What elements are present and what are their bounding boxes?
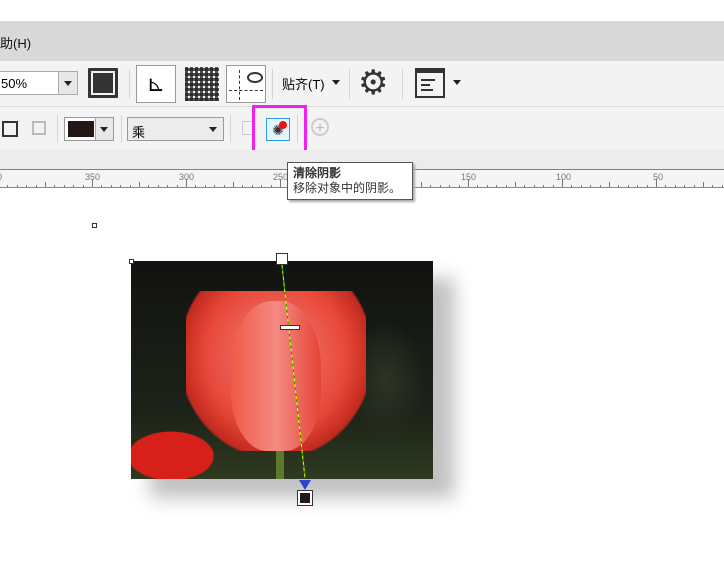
selection-corner-handle[interactable] [129,259,134,264]
ruler-tick [223,185,225,187]
ruler-tick [270,185,272,187]
ruler-tick [7,185,9,187]
menu-bar: 助(H) [0,21,724,61]
ruler-tick [439,185,441,187]
ruler-tick [176,185,178,187]
node-handle[interactable] [92,223,97,228]
ruler-tick [251,185,253,187]
ruler-tick [148,185,150,187]
settings-icon[interactable]: ⚙ [358,64,388,102]
ruler-tick [16,185,18,187]
ruler-tick [712,185,714,187]
ruler-tick [458,185,460,187]
ruler-tick [92,179,93,187]
ruler-tick [562,179,563,187]
ruler-tick [515,182,516,187]
ruler-tick [45,182,46,187]
ruler-tick [204,185,206,187]
shadow-color-picker[interactable] [64,117,114,141]
standard-toolbar: 50% ⊾ 贴齐(T) ⚙ [0,61,724,107]
ruler-tick [609,182,610,187]
ruler-tick [693,185,695,187]
rulers-icon[interactable]: ⊾ [136,65,176,103]
ruler-tick [120,185,122,187]
ruler-tick [618,185,620,187]
ruler-tick [214,185,216,187]
ruler-tick [468,179,469,187]
zoom-dropdown[interactable] [58,72,77,94]
ruler-tick [280,179,281,187]
ruler-tick [599,185,601,187]
ruler-tick [552,185,554,187]
ruler-tick [533,185,535,187]
ruler-tick [477,185,479,187]
ruler-tick [646,185,648,187]
snap-to-button[interactable]: 贴齐(T) [282,74,340,93]
ruler-tick [35,185,37,187]
ruler-tick [665,185,667,187]
ruler-tick [656,179,657,187]
ruler-tick [524,185,526,187]
ruler-tick [242,185,244,187]
ruler-tick [684,185,686,187]
ruler-tick [195,185,197,187]
ruler-tick [590,185,592,187]
canvas[interactable] [0,188,724,574]
window-icon[interactable] [415,68,445,98]
ruler-tick [73,185,75,187]
shadow-start-handle[interactable] [276,253,288,265]
ruler-tick [167,185,169,187]
ruler-tick [674,185,676,187]
ruler-tick [637,185,639,187]
ruler-tick [157,185,159,187]
ruler-tick [186,179,187,187]
ruler-tick [110,185,112,187]
menu-help[interactable]: 助(H) [0,33,31,52]
ruler-tick [449,185,451,187]
ruler-tick [703,182,704,187]
ruler-tick [129,185,131,187]
shadow-end-handle[interactable] [297,490,313,506]
copy-shadow-icon [32,121,46,135]
ruler-tick [63,185,65,187]
ruler-tick [543,185,545,187]
ruler-tick [101,185,103,187]
full-screen-icon[interactable] [88,68,118,98]
ruler-tick [571,185,573,187]
shadow-direction-icon[interactable] [2,121,18,137]
add-icon: + [311,118,329,137]
guidelines-icon[interactable] [226,65,266,103]
window-dropdown-icon[interactable] [453,80,461,85]
ruler-tick [421,182,422,187]
ruler-tick [627,185,629,187]
zoom-level-combo[interactable]: 50% [0,71,78,95]
shadow-opacity-slider[interactable] [280,325,300,330]
ruler-tick [261,185,263,187]
ruler-tick [430,185,432,187]
ruler-tick [505,185,507,187]
ruler-tick [496,185,498,187]
highlight-box [252,105,307,155]
ruler-tick [721,185,723,187]
blend-mode-select[interactable]: 乘 [127,117,224,141]
ruler-tick [486,185,488,187]
title-area [0,0,724,21]
grid-icon[interactable] [185,67,219,101]
ruler-tick [580,185,582,187]
ruler-tick [233,182,234,187]
shadow-vector [280,255,311,490]
shadow-color-swatch [68,121,94,137]
ruler-tick [26,185,28,187]
ruler-tick [54,185,56,187]
property-bar: 乘 ✺ + [0,107,724,150]
ruler-tick [139,182,140,187]
ruler-tick [82,185,84,187]
